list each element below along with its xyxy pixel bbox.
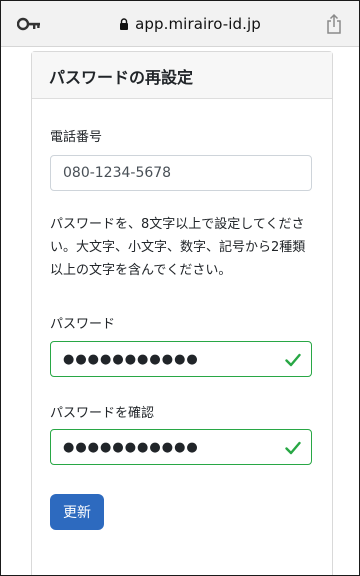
url-field[interactable]: app.mirairo-id.jp — [61, 13, 319, 35]
check-icon — [285, 353, 301, 367]
browser-address-bar: app.mirairo-id.jp — [1, 1, 359, 47]
share-icon[interactable] — [325, 13, 343, 35]
password-input[interactable]: ●●●●●●●●●●● — [50, 341, 312, 377]
update-button[interactable]: 更新 — [50, 494, 104, 530]
phone-screen: app.mirairo-id.jp パスワードの再設定 電話番号 080-123… — [0, 0, 360, 576]
phone-input-value: 080-1234-5678 — [63, 165, 172, 181]
confirm-password-label: パスワードを確認 — [50, 406, 155, 421]
password-input-value: ●●●●●●●●●●● — [63, 351, 199, 367]
phone-label: 電話番号 — [50, 130, 103, 145]
card-header: パスワードの再設定 — [32, 52, 332, 99]
password-help-text: パスワードを、8文字以上で設定してください。大文字、小文字、数字、記号から2種類… — [50, 217, 306, 278]
password-reset-card: パスワードの再設定 電話番号 080-1234-5678 パスワードを、8文字以… — [31, 51, 333, 575]
check-icon — [285, 441, 301, 455]
phone-input[interactable]: 080-1234-5678 — [50, 155, 312, 191]
password-label: パスワード — [50, 317, 116, 332]
lock-icon — [120, 18, 129, 30]
confirm-password-input[interactable]: ●●●●●●●●●●● — [50, 429, 312, 465]
confirm-password-input-value: ●●●●●●●●●●● — [63, 439, 199, 455]
key-icon[interactable] — [17, 16, 41, 32]
card-title: パスワードの再設定 — [49, 68, 194, 87]
url-text: app.mirairo-id.jp — [135, 15, 261, 33]
